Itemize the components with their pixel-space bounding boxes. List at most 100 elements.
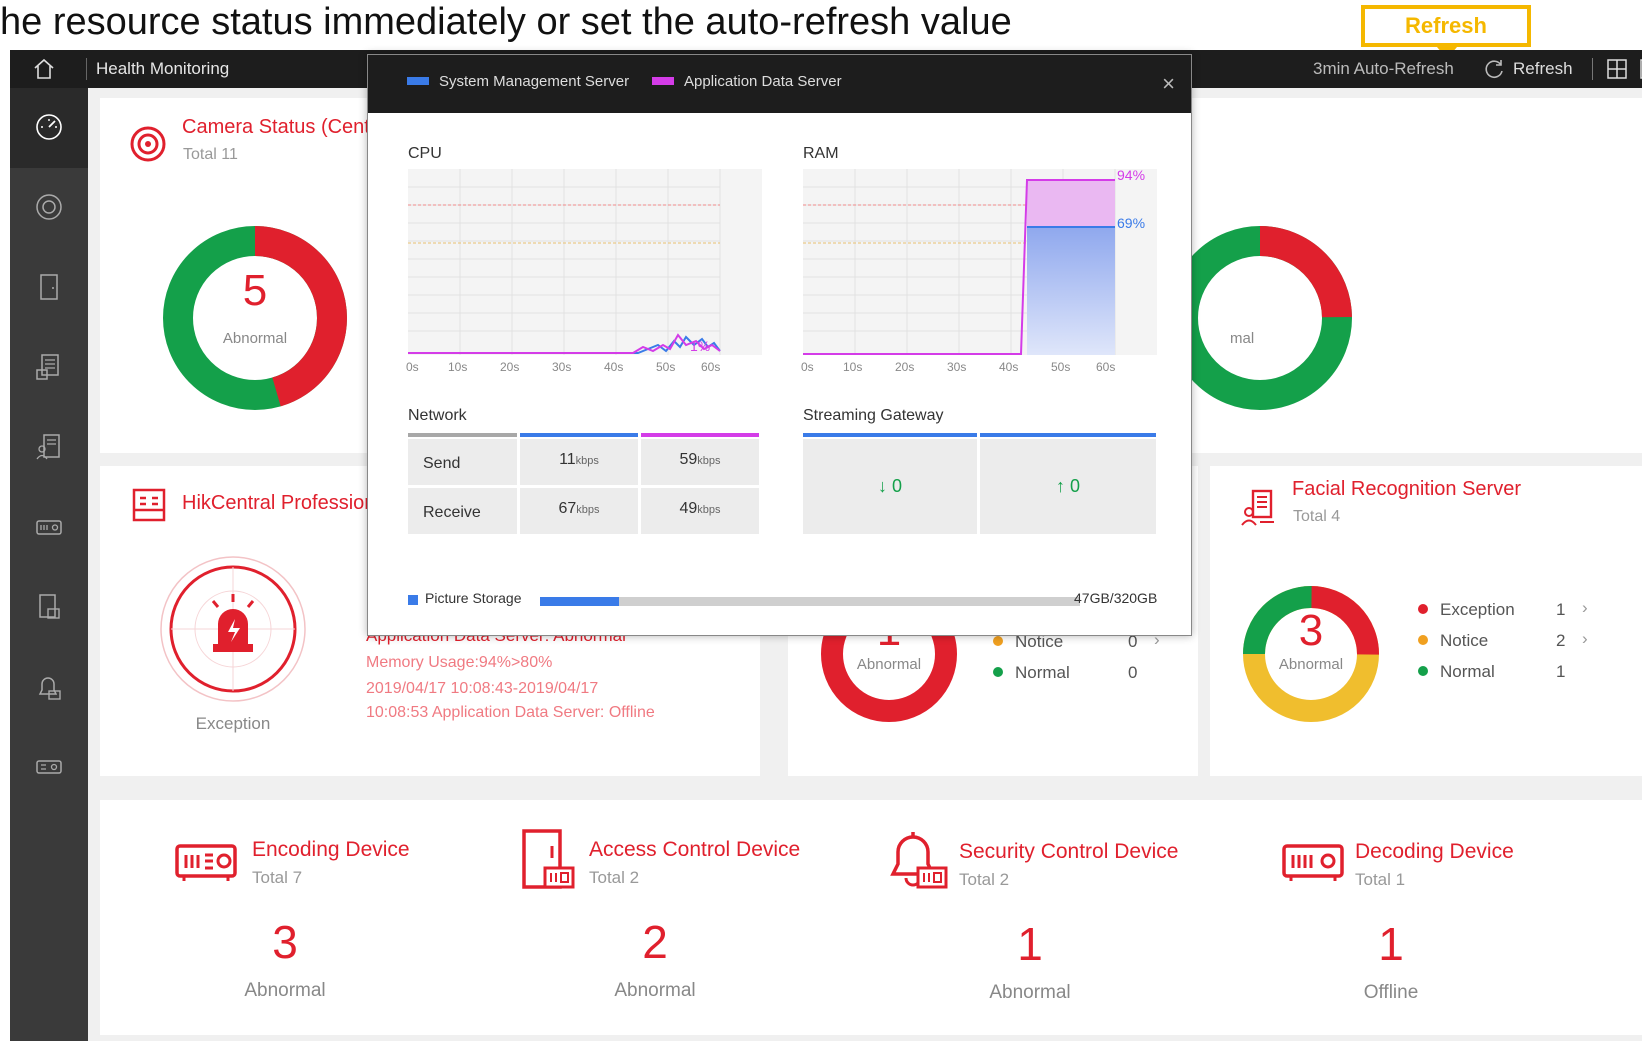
cpu-tick-10: 10s [448,360,468,374]
facial-notice-row[interactable]: Notice [1418,631,1488,651]
storage-progress-fill [540,597,620,606]
sidebar-item-dashboard[interactable] [10,88,88,168]
legend-application-data-server: Application Data Server [652,73,842,90]
unit-label: kbps [575,455,599,467]
streaming-gateway-label: Streaming Gateway [803,407,944,424]
decoder-icon [36,760,62,774]
gateway-header-bar [980,433,1156,437]
network-header-bar [408,433,517,437]
hikcentral-detail-memory: Memory Usage:94%>80% [366,654,553,671]
network-receive-application: 49kbps [641,488,759,534]
network-receive-system: 67kbps [520,488,638,534]
sidebar [10,88,88,1041]
decoding-device-value: 1 [1378,918,1404,970]
picture-storage-label: Picture Storage [425,590,522,606]
server-normal-row: Normal [993,663,1070,683]
chevron-right-icon[interactable]: › [1582,598,1588,618]
legend-system-management-server: System Management Server [407,73,629,90]
sidebar-item-decoder[interactable] [10,728,88,808]
security-control-device-panel[interactable]: Security Control Device Total 2 1 Abnorm… [860,800,1240,1035]
sidebar-item-access-control[interactable] [10,568,88,648]
facial-exception-row[interactable]: Exception [1418,600,1515,620]
refresh-icon[interactable] [1482,57,1506,81]
normal-label: Normal [1015,663,1070,682]
sidebar-item-recognition-server[interactable] [10,408,88,488]
notice-label: Notice [1440,631,1489,650]
cpu-current-value: 1% [690,338,711,354]
security-control-device-total: Total 2 [959,870,1010,889]
security-control-device-label: Abnormal [989,982,1071,1003]
cpu-chart [408,169,762,355]
instruction-caption: he resource status immediately or set th… [0,1,1012,43]
network-header-bar-system [520,433,638,437]
ram-label: RAM [803,145,839,162]
decoding-device-label: Offline [1363,982,1419,1003]
facial-normal-row: Normal [1418,662,1495,682]
camera-donut-chart [163,226,347,410]
ram-tick-30: 30s [947,360,967,374]
hikcentral-status-label: Exception [195,714,271,733]
close-icon[interactable]: × [1162,71,1175,97]
encoding-device-panel[interactable]: Encoding Device Total 7 3 Abnormal [100,800,480,1035]
door-icon [40,274,58,300]
security-control-device-icon [890,832,948,889]
normal-dot [1418,666,1428,676]
facial-notice-count: 2 [1556,631,1566,650]
chevron-right-icon[interactable]: › [1582,629,1588,649]
security-control-device-title: Security Control Device [959,840,1179,863]
cpu-label: CPU [408,145,442,162]
cpu-tick-60: 60s [701,360,721,374]
encoding-device-title: Encoding Device [252,838,410,861]
access-control-device-icon [522,829,575,889]
facial-normal-count: 1 [1556,662,1566,681]
unit-label: kbps [576,504,600,516]
network-send-system: 11kbps [520,439,638,485]
recognition-server-icon [36,434,60,460]
camera-status-total: Total 11 [183,146,238,163]
alarm-icon [38,677,61,700]
sidebar-item-camera[interactable] [10,168,88,248]
access-control-device-total: Total 2 [589,868,640,887]
camera-abnormal-label: Abnormal [222,330,288,347]
server-icon [36,354,59,380]
facial-recognition-card: Facial Recognition Server Total 4 3 Abno… [1210,466,1642,776]
sidebar-item-encoder[interactable] [10,488,88,568]
picture-storage-value: 47GB/320GB [1074,590,1158,606]
refresh-callout: Refresh [1361,5,1531,47]
ram-tick-10: 10s [843,360,863,374]
facial-recognition-title: Facial Recognition Server [1292,478,1521,500]
encoder-icon [36,520,62,535]
decoding-device-panel[interactable]: Decoding Device Total 1 1 Offline [1265,800,1642,1035]
exception-label: Exception [1440,600,1515,619]
camera-status-title: Camera Status (Centr [182,116,377,138]
server-normal-count: 0 [1128,663,1138,682]
layout-icon[interactable] [1606,58,1628,80]
sidebar-item-alarm[interactable] [10,648,88,728]
network-label: Network [408,407,467,424]
ram-value-application-server: 94% [1117,167,1146,183]
server-abnormal-label: Abnormal [856,656,922,673]
network-receive-label: Receive [408,488,517,534]
decoding-device-icon [1282,844,1344,881]
home-icon[interactable] [32,57,56,81]
ram-tick-60: 60s [1096,360,1116,374]
hikcentral-status-graphic [160,556,306,702]
camera-status-icon [130,126,166,162]
refresh-button[interactable]: Refresh [1513,59,1573,79]
cpu-tick-0: 0s [406,360,419,374]
auto-refresh-select[interactable]: 3min Auto-Refresh [1313,59,1454,79]
network-receive-system-value: 67 [558,500,577,517]
sidebar-item-door[interactable] [10,248,88,328]
legend-label: System Management Server [439,73,630,90]
unit-label: kbps [697,504,721,516]
sidebar-item-server[interactable] [10,328,88,408]
facial-abnormal-value: 3 [1298,606,1324,655]
unit-label: kbps [697,455,721,467]
notice-dot [1418,635,1428,645]
cpu-tick-50: 50s [656,360,676,374]
encoding-device-value: 3 [272,916,298,968]
camera-abnormal-value: 5 [242,266,268,315]
access-control-device-panel[interactable]: Access Control Device Total 2 2 Abnormal [475,800,855,1035]
normal-label: Normal [1440,662,1495,681]
divider [86,58,87,80]
